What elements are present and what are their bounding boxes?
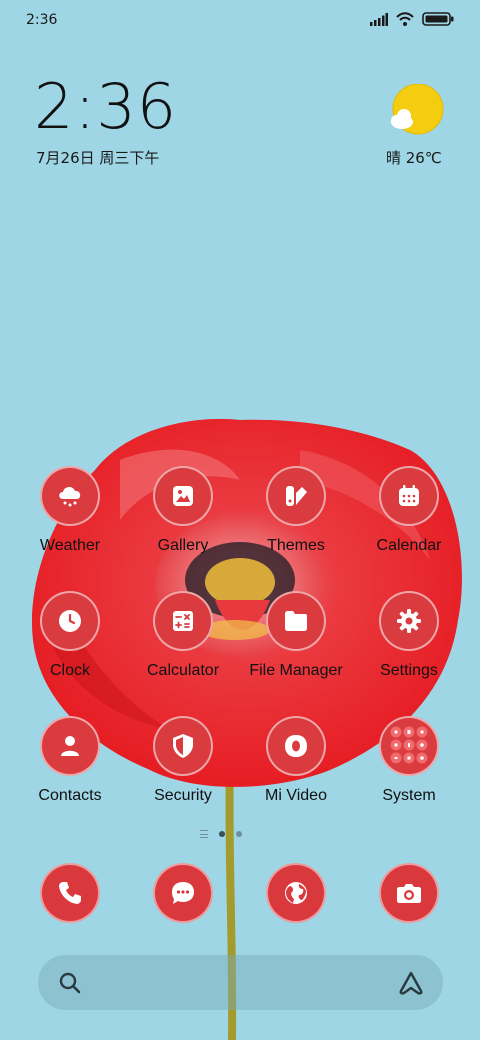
search-icon[interactable] <box>58 971 82 995</box>
dock-messages[interactable] <box>153 863 213 923</box>
signal-icon <box>370 12 388 26</box>
app-label: Weather <box>39 537 101 554</box>
app-settings[interactable]: Settings <box>354 591 464 691</box>
app-label: File Manager <box>249 662 343 679</box>
page-dot-2[interactable] <box>236 831 242 837</box>
app-label: Security <box>154 787 212 804</box>
app-weather[interactable]: Weather <box>15 466 125 566</box>
app-themes[interactable]: Themes <box>241 466 351 566</box>
globe-icon <box>285 882 307 904</box>
app-label: System <box>382 787 436 804</box>
weather-text: 晴 26℃ <box>386 149 442 167</box>
status-icons <box>370 12 454 26</box>
wifi-icon <box>396 12 414 26</box>
app-system-folder[interactable]: System <box>354 716 464 816</box>
partly-sunny-icon[interactable] <box>390 84 444 136</box>
calendar-icon <box>379 466 439 526</box>
gallery-icon <box>153 466 213 526</box>
calculator-icon <box>153 591 213 651</box>
app-calendar[interactable]: Calendar <box>354 466 464 566</box>
app-label: Mi Video <box>265 787 327 804</box>
app-label: Themes <box>267 537 325 554</box>
message-icon <box>172 882 194 904</box>
battery-icon <box>422 12 454 26</box>
app-label: Gallery <box>157 537 209 554</box>
app-contacts[interactable]: Contacts <box>15 716 125 816</box>
app-gallery[interactable]: Gallery <box>128 466 238 566</box>
video-icon <box>266 716 326 776</box>
app-label: Settings <box>380 662 438 679</box>
clock-icon <box>40 591 100 651</box>
app-file-manager[interactable]: File Manager <box>241 591 351 691</box>
themes-icon <box>266 466 326 526</box>
dock-phone[interactable] <box>40 863 100 923</box>
folder-icon <box>266 591 326 651</box>
app-label: Calendar <box>376 537 442 554</box>
app-label: Calculator <box>146 662 220 679</box>
gear-icon <box>379 591 439 651</box>
feed-lines-icon <box>200 830 208 838</box>
shield-icon <box>153 716 213 776</box>
clock-widget-date: 7月26日 周三下午 <box>36 149 160 167</box>
camera-icon <box>397 884 421 903</box>
phone-icon <box>59 882 81 904</box>
weather-cloud-icon <box>40 466 100 526</box>
app-mi-video[interactable]: Mi Video <box>241 716 351 816</box>
search-bar[interactable] <box>38 955 443 1010</box>
status-time: 2:36 <box>26 12 58 28</box>
dock-browser[interactable] <box>266 863 326 923</box>
app-label: Contacts <box>38 787 102 804</box>
clock-widget-time[interactable]: 2:36 <box>34 76 177 138</box>
folder-grid-icon <box>379 716 439 776</box>
app-clock[interactable]: Clock <box>15 591 125 691</box>
status-bar: 2:36 <box>0 0 480 40</box>
dock-camera[interactable] <box>379 863 439 923</box>
person-icon <box>40 716 100 776</box>
app-security[interactable]: Security <box>128 716 238 816</box>
page-dot-1[interactable] <box>219 831 225 837</box>
page-indicator[interactable] <box>200 830 242 838</box>
app-calculator[interactable]: Calculator <box>128 591 238 691</box>
assistant-icon[interactable] <box>397 970 425 996</box>
app-label: Clock <box>49 662 90 679</box>
